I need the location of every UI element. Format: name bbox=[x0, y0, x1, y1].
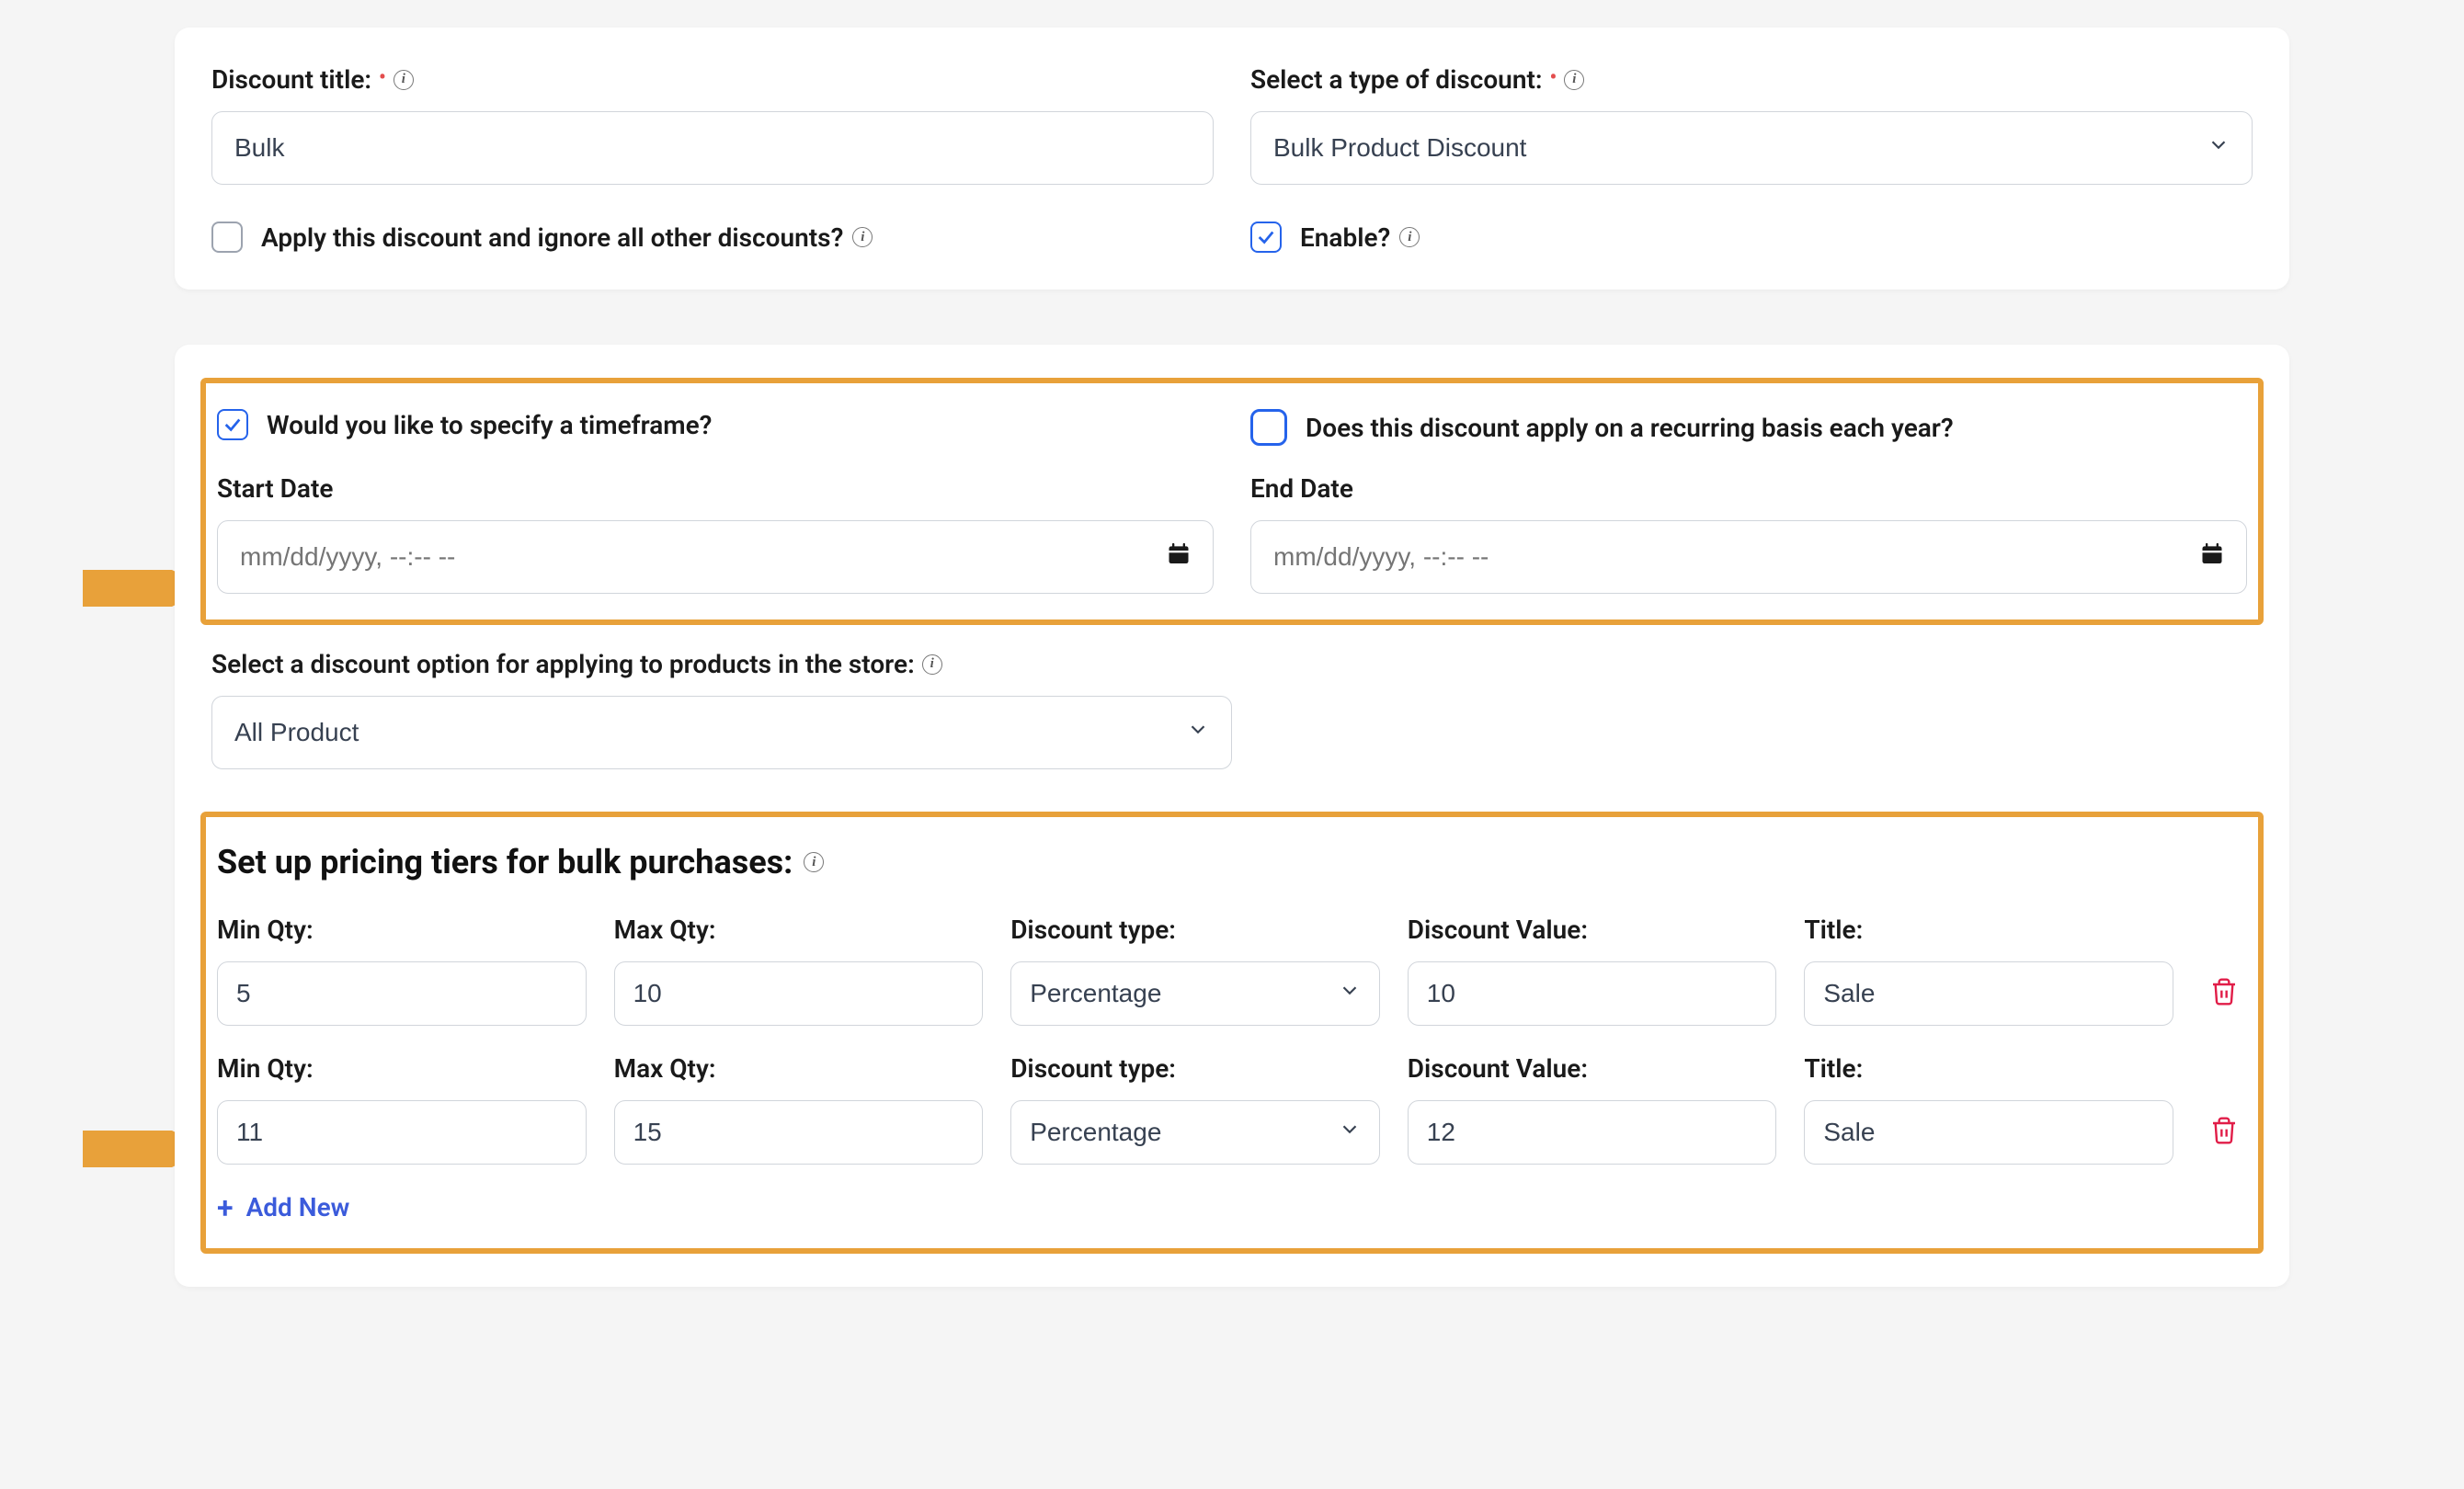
tier-title-input[interactable] bbox=[1804, 1100, 2173, 1165]
tier-min-label: Min Qty: bbox=[217, 1053, 587, 1084]
timeframe-highlight: Would you like to specify a timeframe? D… bbox=[200, 378, 2264, 625]
add-new-tier-button[interactable]: + Add New bbox=[217, 1192, 2247, 1222]
calendar-icon[interactable] bbox=[2199, 541, 2225, 574]
end-date-input[interactable] bbox=[1250, 520, 2247, 594]
start-date-label: Start Date bbox=[217, 473, 1214, 504]
help-icon[interactable]: i bbox=[804, 852, 824, 872]
tier-min-input[interactable] bbox=[217, 1100, 587, 1165]
tier-title-input[interactable] bbox=[1804, 961, 2173, 1026]
end-date-label: End Date bbox=[1250, 473, 2247, 504]
discount-option-label: Select a discount option for applying to… bbox=[211, 649, 2253, 679]
discount-type-label: Select a type of discount: • i bbox=[1250, 64, 2253, 95]
enable-checkbox[interactable] bbox=[1250, 222, 1282, 253]
recurring-label: Does this discount apply on a recurring … bbox=[1306, 413, 1954, 443]
tier-max-label: Max Qty: bbox=[614, 1053, 984, 1084]
ignore-others-checkbox[interactable] bbox=[211, 222, 243, 253]
tiers-highlight: Set up pricing tiers for bulk purchases:… bbox=[200, 812, 2264, 1254]
tier-type-label: Discount type: bbox=[1010, 1053, 1380, 1084]
tier-max-input[interactable] bbox=[614, 961, 984, 1026]
discount-config-card: Would you like to specify a timeframe? D… bbox=[175, 345, 2289, 1287]
discount-option-select[interactable] bbox=[211, 696, 1232, 769]
discount-title-input[interactable] bbox=[211, 111, 1214, 185]
tier-min-input[interactable] bbox=[217, 961, 587, 1026]
required-dot: • bbox=[1550, 68, 1557, 88]
tier-row: Min Qty: Max Qty: Discount type: Discoun… bbox=[217, 1053, 2247, 1165]
discount-title-label: Discount title: • i bbox=[211, 64, 1214, 95]
enable-label: Enable? i bbox=[1300, 222, 1420, 253]
tier-title-label: Title: bbox=[1804, 1053, 2173, 1084]
discount-type-select[interactable] bbox=[1250, 111, 2253, 185]
help-icon[interactable]: i bbox=[922, 654, 942, 675]
tier-max-input[interactable] bbox=[614, 1100, 984, 1165]
tier-value-input[interactable] bbox=[1408, 1100, 1777, 1165]
help-icon[interactable]: i bbox=[394, 70, 414, 90]
callout-arrow-2 bbox=[83, 1131, 184, 1167]
tier-value-label: Discount Value: bbox=[1408, 1053, 1777, 1084]
calendar-icon[interactable] bbox=[1166, 541, 1192, 574]
tier-title-label: Title: bbox=[1804, 915, 2173, 945]
plus-icon: + bbox=[217, 1193, 234, 1222]
tier-type-select[interactable] bbox=[1010, 961, 1380, 1026]
help-icon[interactable]: i bbox=[1564, 70, 1584, 90]
discount-basic-card: Discount title: • i Select a type of dis… bbox=[175, 28, 2289, 290]
tiers-heading: Set up pricing tiers for bulk purchases:… bbox=[217, 843, 2247, 881]
recurring-checkbox[interactable] bbox=[1250, 409, 1287, 446]
help-icon[interactable]: i bbox=[852, 227, 873, 247]
tier-type-label: Discount type: bbox=[1010, 915, 1380, 945]
tier-value-input[interactable] bbox=[1408, 961, 1777, 1026]
specify-timeframe-checkbox[interactable] bbox=[217, 409, 248, 440]
ignore-others-label: Apply this discount and ignore all other… bbox=[261, 222, 873, 253]
tier-type-select[interactable] bbox=[1010, 1100, 1380, 1165]
specify-timeframe-label: Would you like to specify a timeframe? bbox=[267, 410, 712, 440]
tier-max-label: Max Qty: bbox=[614, 915, 984, 945]
start-date-input[interactable] bbox=[217, 520, 1214, 594]
trash-icon[interactable] bbox=[2209, 1116, 2239, 1152]
tier-row: Min Qty: Max Qty: Discount type: Discoun… bbox=[217, 915, 2247, 1026]
callout-arrow-1 bbox=[83, 570, 184, 607]
trash-icon[interactable] bbox=[2209, 977, 2239, 1013]
help-icon[interactable]: i bbox=[1399, 227, 1420, 247]
tier-min-label: Min Qty: bbox=[217, 915, 587, 945]
required-dot: • bbox=[379, 68, 386, 88]
add-new-label: Add New bbox=[246, 1192, 350, 1222]
tier-value-label: Discount Value: bbox=[1408, 915, 1777, 945]
